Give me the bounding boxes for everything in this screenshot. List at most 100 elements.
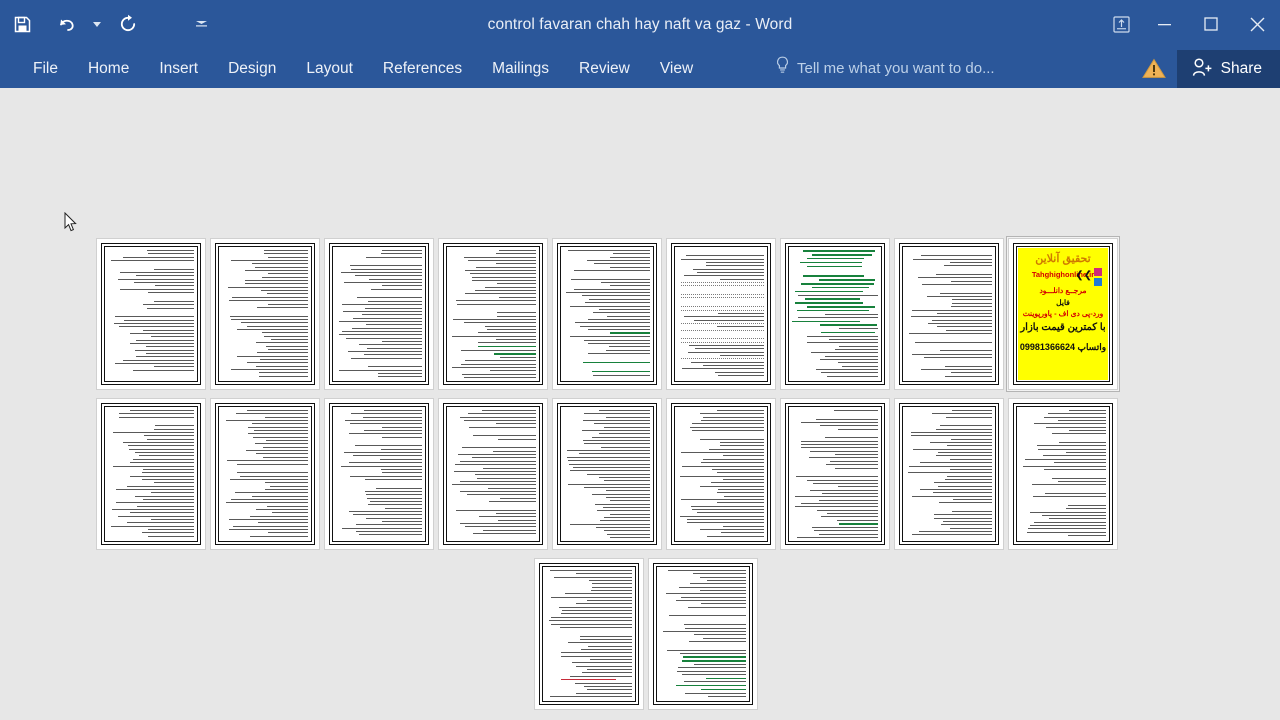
restore-button[interactable] bbox=[1188, 0, 1234, 48]
ad-line-4: با کمترین قیمت بازار bbox=[1020, 322, 1106, 333]
tab-references[interactable]: References bbox=[368, 48, 477, 88]
page-thumbnail-4[interactable] bbox=[436, 236, 550, 392]
page-thumbnail-10[interactable] bbox=[94, 396, 208, 552]
page-thumbnail-6[interactable] bbox=[664, 236, 778, 392]
arrow-icon: ❮❮ bbox=[1075, 270, 1092, 281]
page-text-block bbox=[906, 250, 992, 378]
tab-insert[interactable]: Insert bbox=[144, 48, 213, 88]
window-controls bbox=[1100, 0, 1280, 48]
tab-view[interactable]: View bbox=[645, 48, 708, 88]
ribbon-tabs: File Home Insert Design Layout Reference… bbox=[18, 48, 708, 88]
page-text-block bbox=[222, 250, 308, 378]
tab-mailings[interactable]: Mailings bbox=[477, 48, 564, 88]
page-row-1: تحقیق آنلاین Tahghighonline.ir ❮❮ مرجــع دا… bbox=[94, 236, 1120, 392]
page-text-block bbox=[450, 410, 536, 538]
page-row-2 bbox=[94, 396, 1120, 552]
page-thumbnail-14[interactable] bbox=[550, 396, 664, 552]
customize-qat-button[interactable] bbox=[192, 4, 210, 44]
page-text-block bbox=[336, 410, 422, 538]
title-bar: control favaran chah hay naft va gaz - W… bbox=[0, 0, 1280, 48]
instagram-icon bbox=[1094, 268, 1102, 276]
page-15-content bbox=[667, 399, 775, 549]
page-text-block bbox=[450, 250, 536, 378]
ribbon-tab-bar: File Home Insert Design Layout Reference… bbox=[0, 48, 1280, 88]
ad-title: تحقیق آنلاین bbox=[1035, 253, 1091, 265]
page-11-content bbox=[211, 399, 319, 549]
tab-file[interactable]: File bbox=[18, 48, 73, 88]
page-text-block bbox=[564, 250, 650, 378]
page-6-content bbox=[667, 239, 775, 389]
page-19-content bbox=[535, 559, 643, 709]
warning-triangle-icon[interactable] bbox=[1140, 56, 1168, 80]
quick-access-toolbar bbox=[0, 0, 210, 48]
page-1-content bbox=[97, 239, 205, 389]
tab-design[interactable]: Design bbox=[213, 48, 291, 88]
page-text-block bbox=[546, 570, 632, 698]
telegram-icon bbox=[1094, 278, 1102, 286]
page-text-block bbox=[678, 250, 764, 378]
ad-line-1: مرجــع دانلـــود bbox=[1039, 286, 1087, 295]
page-thumbnail-13[interactable] bbox=[436, 396, 550, 552]
page-text-block bbox=[1020, 410, 1106, 538]
page-20-content bbox=[649, 559, 757, 709]
share-button[interactable]: Share bbox=[1176, 50, 1280, 88]
ad-line-5: 09981366624 واتساپ bbox=[1019, 342, 1107, 352]
page-18-content bbox=[1009, 399, 1117, 549]
page-thumbnail-8[interactable] bbox=[892, 236, 1006, 392]
page-14-content bbox=[553, 399, 661, 549]
page-text-block bbox=[222, 410, 308, 538]
tab-layout[interactable]: Layout bbox=[291, 48, 368, 88]
mouse-cursor bbox=[64, 211, 78, 234]
page-5-content bbox=[553, 239, 661, 389]
page-thumbnail-20[interactable] bbox=[646, 556, 760, 712]
undo-dropdown[interactable] bbox=[88, 4, 106, 44]
save-button[interactable] bbox=[0, 4, 44, 44]
page-text-block bbox=[336, 250, 422, 378]
page-text-block bbox=[660, 570, 746, 698]
page-text-block bbox=[792, 250, 878, 378]
page-8-content bbox=[895, 239, 1003, 389]
ribbon-display-options-button[interactable] bbox=[1100, 0, 1142, 48]
page-thumbnail-1[interactable] bbox=[94, 236, 208, 392]
page-12-content bbox=[325, 399, 433, 549]
page-text-block bbox=[108, 250, 194, 378]
page-row-3 bbox=[532, 556, 760, 712]
page-thumbnail-18[interactable] bbox=[1006, 396, 1120, 552]
page-thumbnail-17[interactable] bbox=[892, 396, 1006, 552]
page-16-content bbox=[781, 399, 889, 549]
ad-line-3: ورد-پی دی اف - پاورپوینت bbox=[1022, 309, 1104, 318]
advertisement-page: تحقیق آنلاین Tahghighonline.ir ❮❮ مرجــع دا… bbox=[1018, 248, 1108, 380]
page-thumbnail-9[interactable]: تحقیق آنلاین Tahghighonline.ir ❮❮ مرجــع دا… bbox=[1006, 236, 1120, 392]
close-button[interactable] bbox=[1234, 0, 1280, 48]
page-3-content bbox=[325, 239, 433, 389]
page-text-block bbox=[108, 410, 194, 538]
page-thumbnail-7[interactable] bbox=[778, 236, 892, 392]
page-9-content: تحقیق آنلاین Tahghighonline.ir ❮❮ مرجــع دا… bbox=[1009, 239, 1117, 389]
page-thumbnail-15[interactable] bbox=[664, 396, 778, 552]
page-17-content bbox=[895, 399, 1003, 549]
page-7-content bbox=[781, 239, 889, 389]
page-10-content bbox=[97, 399, 205, 549]
page-thumbnail-5[interactable] bbox=[550, 236, 664, 392]
page-thumbnail-11[interactable] bbox=[208, 396, 322, 552]
page-4-content bbox=[439, 239, 547, 389]
tell-me-placeholder: Tell me what you want to do... bbox=[797, 59, 995, 77]
tab-home[interactable]: Home bbox=[73, 48, 144, 88]
minimize-button[interactable] bbox=[1142, 0, 1188, 48]
share-person-icon bbox=[1191, 57, 1213, 82]
undo-button[interactable] bbox=[44, 4, 88, 44]
tab-review[interactable]: Review bbox=[564, 48, 645, 88]
page-13-content bbox=[439, 399, 547, 549]
page-thumbnail-16[interactable] bbox=[778, 396, 892, 552]
lightbulb-icon bbox=[775, 56, 790, 80]
page-thumbnail-3[interactable] bbox=[322, 236, 436, 392]
page-text-block bbox=[564, 410, 650, 538]
share-label: Share bbox=[1220, 60, 1262, 77]
page-thumbnail-12[interactable] bbox=[322, 396, 436, 552]
ad-line-2: فایل bbox=[1056, 298, 1070, 307]
redo-button[interactable] bbox=[106, 4, 150, 44]
page-thumbnail-2[interactable] bbox=[208, 236, 322, 392]
document-canvas[interactable]: تحقیق آنلاین Tahghighonline.ir ❮❮ مرجــع دا… bbox=[0, 88, 1280, 720]
tell-me-search[interactable]: Tell me what you want to do... bbox=[775, 48, 995, 88]
page-thumbnail-19[interactable] bbox=[532, 556, 646, 712]
